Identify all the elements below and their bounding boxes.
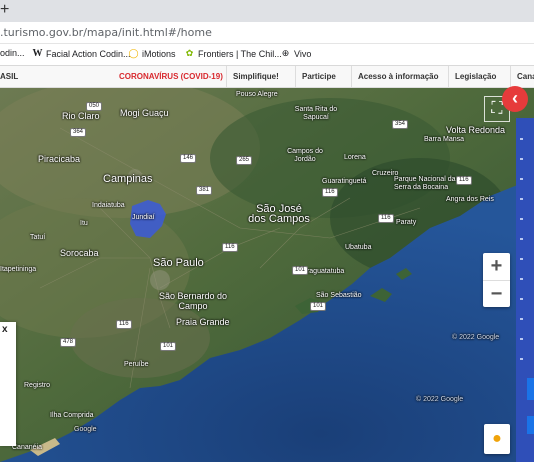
city-label: Itu [80,220,88,227]
city-label: São Bernardo do Campo [158,291,228,311]
city-label: Praia Grande [176,317,230,327]
bookmark-item[interactable]: W Facial Action Codin... [32,48,131,59]
map-view[interactable]: Rio Claro Mogi Guaçu Piracicaba Campinas… [0,88,534,462]
highway-shield: 478 [60,338,77,347]
satellite-terrain [0,88,534,462]
highway-shield: 381 [196,186,213,195]
highway-shield: 101 [292,266,309,275]
city-label: Campos do Jordão [287,148,323,163]
city-label: Barra Mansa [424,136,465,143]
side-panel[interactable] [516,118,534,462]
highway-shield: 050 [86,102,103,111]
city-label: Ilha Comprida [50,412,94,419]
bookmark-label: odin... [0,48,25,58]
bookmark-label: Facial Action Codin... [46,48,131,59]
address-bar[interactable]: .turismo.gov.br/mapa/init.html#/home [0,22,534,44]
highway-shield: 116 [322,188,338,197]
city-label: Piracicaba [38,154,81,164]
highway-shield: 265 [236,156,253,165]
city-label: São Sebastião [316,292,362,299]
panel-tab-button[interactable] [527,378,534,400]
highway-shield: 101 [160,342,177,351]
map-copyright: © 2022 Google [452,334,500,341]
gov-link-participe[interactable]: Participe [295,66,336,88]
gov-link-canais[interactable]: Cana [510,66,534,88]
city-label: Mogi Guaçu [120,108,169,118]
city-label: Cananéia [12,444,42,451]
zoom-in-button[interactable]: + [483,253,510,280]
city-label: Campinas [103,173,153,185]
close-icon[interactable]: x [2,324,8,335]
frontiers-icon: ✿ [185,48,194,58]
city-label: Sorocaba [60,248,99,258]
city-label: São Paulo [153,257,204,269]
new-tab-button[interactable]: + [0,1,12,19]
highway-shield: 116 [222,243,238,252]
city-label: Registro [24,382,51,389]
back-arrow-icon[interactable]: ‹ [502,86,528,112]
street-view-pegman-icon[interactable]: ● [484,424,510,454]
city-label: Jundiaí [132,214,155,221]
bookmark-label: iMotions [142,48,176,59]
bookmark-label: Frontiers | The Chil... [198,48,282,59]
highway-shield: 116 [116,320,132,329]
city-label: Ubatuba [345,244,372,251]
gov-link-brasil[interactable]: ASIL [0,66,18,88]
city-label: Itapetininga [0,266,37,273]
highway-shield: 116 [456,176,472,185]
info-popup: x [0,322,16,446]
gov-link-legislacao[interactable]: Legislação [448,66,496,88]
city-label: Tatuí [30,234,46,241]
city-label: Angra dos Reis [446,196,494,203]
city-label: Lorena [344,154,366,161]
highway-shield: 364 [70,128,87,137]
highway-shield: 146 [180,154,197,163]
browser-tab-strip: + [0,0,534,22]
gov-navbar: ASIL CORONAVÍRUS (COVID-19) Simplifique!… [0,66,534,88]
city-label: Santa Rita do Sapucaí [294,106,338,121]
gov-link-coronavirus[interactable]: CORONAVÍRUS (COVID-19) [113,66,223,88]
imotions-icon: ◯ [128,48,139,58]
map-copyright-repeat: © 2022 Google [416,396,464,403]
bookmark-item[interactable]: odin... [0,48,25,58]
highway-shield: 354 [392,120,409,129]
city-label: Peruíbe [124,361,149,368]
bookmark-label: Vivo [294,48,312,59]
bookmark-item[interactable]: ⊕ Vivo [280,48,312,59]
bookmark-item[interactable]: ◯ iMotions [128,48,176,59]
city-label: Paraty [396,219,417,226]
gov-link-simplifique[interactable]: Simplifique! [226,66,279,88]
panel-tab-button[interactable] [527,416,534,434]
highway-shield: 101 [310,302,327,311]
city-label: Rio Claro [62,111,100,121]
zoom-control: + − [483,253,510,307]
city-label: Cruzeiro [372,170,399,177]
globe-icon: ⊕ [281,48,290,58]
city-label: Pouso Alegre [236,91,278,98]
city-label: São José dos Campos [248,203,310,225]
google-watermark: Google [74,426,97,433]
highway-shield: 116 [378,214,394,223]
bookmark-item[interactable]: ✿ Frontiers | The Chil... [184,48,282,59]
gov-link-acesso-informacao[interactable]: Acesso à informação [351,66,438,88]
city-label: Indaiatuba [92,202,125,209]
wikipedia-icon: W [32,48,43,59]
city-label: Guaratinguetá [322,178,367,185]
url-text[interactable]: .turismo.gov.br/mapa/init.html#/home [0,26,212,39]
zoom-out-button[interactable]: − [483,280,510,307]
city-label: Volta Redonda [446,125,506,135]
bookmarks-bar: odin... W Facial Action Codin... ◯ iMotion… [0,44,534,66]
